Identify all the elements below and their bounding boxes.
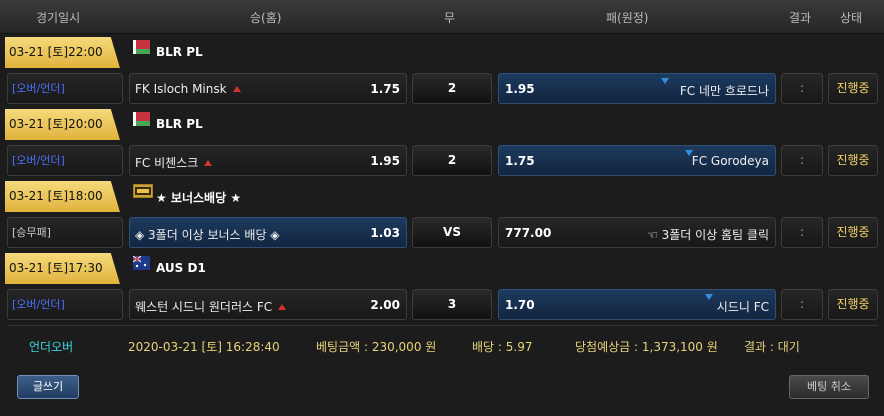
summary-expected-win: 당첨예상금 : 1,373,100 원 [575,340,718,354]
bonus-icon [133,184,153,198]
away-odds-value: 1.95 [505,82,535,96]
match-status-button[interactable]: 진행중 [828,145,878,176]
belarus-flag-icon [133,112,150,126]
home-odds-button[interactable]: FC 비첸스크 1.95 [129,145,407,176]
away-odds-button[interactable]: 1.70 시드니 FC [498,289,776,320]
match-status-button[interactable]: 진행중 [828,73,878,104]
home-odds-button[interactable]: 웨스턴 시드니 원더러스 FC 2.00 [129,289,407,320]
write-button[interactable]: 글쓰기 [17,375,79,399]
bet-type-label: [승무패] [7,217,123,248]
draw-odds-button[interactable]: 3 [412,289,492,320]
away-odds-value: 1.75 [505,154,535,168]
away-odds-button[interactable]: 1.75 FC Gorodeya [498,145,776,176]
bet-summary: 언더오버 2020-03-21 [토] 16:28:40 베팅금액 : 230,… [7,325,878,365]
match-status-button[interactable]: 진행중 [828,289,878,320]
draw-odds-button[interactable]: 2 [412,145,492,176]
away-odds-button[interactable]: 1.95 FC 네만 흐로드나 [498,73,776,104]
summary-bet-amount: 베팅금액 : 230,000 원 [316,340,437,354]
header-date: 경기일시 [36,11,81,25]
home-team-name: ◈ 3폴더 이상 보너스 배당 ◈ [135,228,280,242]
league-row: 03-21 [토]18:00 ★ 보너스배당 ★ [0,181,884,214]
match-row: [오버/언더] 웨스턴 시드니 원더러스 FC 2.00 3 1.70 시드니 … [0,287,884,323]
away-odds-value: 777.00 [505,226,552,240]
match-datetime: 03-21 [토]20:00 [5,109,120,140]
odds-up-icon [278,304,287,310]
home-odds-value: 2.00 [370,298,400,312]
summary-result: 결과 : 대기 [744,340,800,354]
league-name: BLR PL [156,117,203,131]
match-result: : [781,73,823,104]
home-team-name: FC 비첸스크 [135,154,213,171]
away-team-name: ☜ 3폴더 이상 홈팀 클릭 [647,228,769,242]
match-row: [오버/언더] FC 비첸스크 1.95 2 1.75 FC Gorodeya … [0,143,884,179]
home-odds-value: 1.95 [370,154,400,168]
league-name: ★ 보너스배당 ★ [156,191,242,205]
away-team-name: 시드니 FC [716,300,769,314]
summary-datetime: 2020-03-21 [토] 16:28:40 [128,340,280,354]
odds-up-icon [232,86,241,92]
home-odds-value: 1.03 [370,226,400,240]
bet-type-label: [오버/언더] [7,289,123,320]
header-status: 상태 [840,11,863,25]
match-datetime: 03-21 [토]22:00 [5,37,120,68]
match-result: : [781,145,823,176]
match-row: [오버/언더] FK Isloch Minsk 1.75 2 1.95 FC 네… [0,71,884,107]
header-result: 결과 [789,11,812,25]
league-row: 03-21 [토]20:00 BLR PL [0,109,884,142]
draw-odds-button[interactable]: 2 [412,73,492,104]
odds-up-icon [204,160,213,166]
odds-down-icon [661,78,669,84]
match-datetime: 03-21 [토]17:30 [5,253,120,284]
home-odds-value: 1.75 [370,82,400,96]
away-odds-button[interactable]: 777.00 ☜ 3폴더 이상 홈팀 클릭 [498,217,776,248]
header-draw: 무 [444,11,456,25]
header-away: 패(원정) [606,11,649,25]
header-home: 승(홈) [250,11,282,25]
cancel-bet-button[interactable]: 베팅 취소 [789,375,869,399]
match-result: : [781,217,823,248]
match-result: : [781,289,823,320]
belarus-flag-icon [133,40,150,54]
odds-down-icon [705,294,713,300]
league-row: 03-21 [토]17:30 AUS D1 [0,253,884,286]
league-name: BLR PL [156,45,203,59]
summary-odds: 배당 : 5.97 [472,340,533,354]
match-row: [승무패] ◈ 3폴더 이상 보너스 배당 ◈ 1.03 VS 777.00 ☜… [0,215,884,251]
home-odds-button[interactable]: ◈ 3폴더 이상 보너스 배당 ◈ 1.03 [129,217,407,248]
league-name: AUS D1 [156,261,206,275]
home-team-name: FK Isloch Minsk [135,82,241,96]
away-team-name: FC 네만 흐로드나 [679,84,769,98]
away-odds-value: 1.70 [505,298,535,312]
australia-flag-icon [133,256,150,270]
table-header: 경기일시 승(홈) 무 패(원정) 결과 상태 [0,0,884,34]
home-team-name: 웨스턴 시드니 원더러스 FC [135,298,287,315]
league-row: 03-21 [토]22:00 BLR PL [0,37,884,70]
away-team-name: FC Gorodeya [691,154,769,168]
match-datetime: 03-21 [토]18:00 [5,181,120,212]
bet-type-label: [오버/언더] [7,145,123,176]
bet-type-label: [오버/언더] [7,73,123,104]
draw-odds-button[interactable]: VS [412,217,492,248]
home-odds-button[interactable]: FK Isloch Minsk 1.75 [129,73,407,104]
match-status-button[interactable]: 진행중 [828,217,878,248]
summary-type: 언더오버 [29,340,74,354]
